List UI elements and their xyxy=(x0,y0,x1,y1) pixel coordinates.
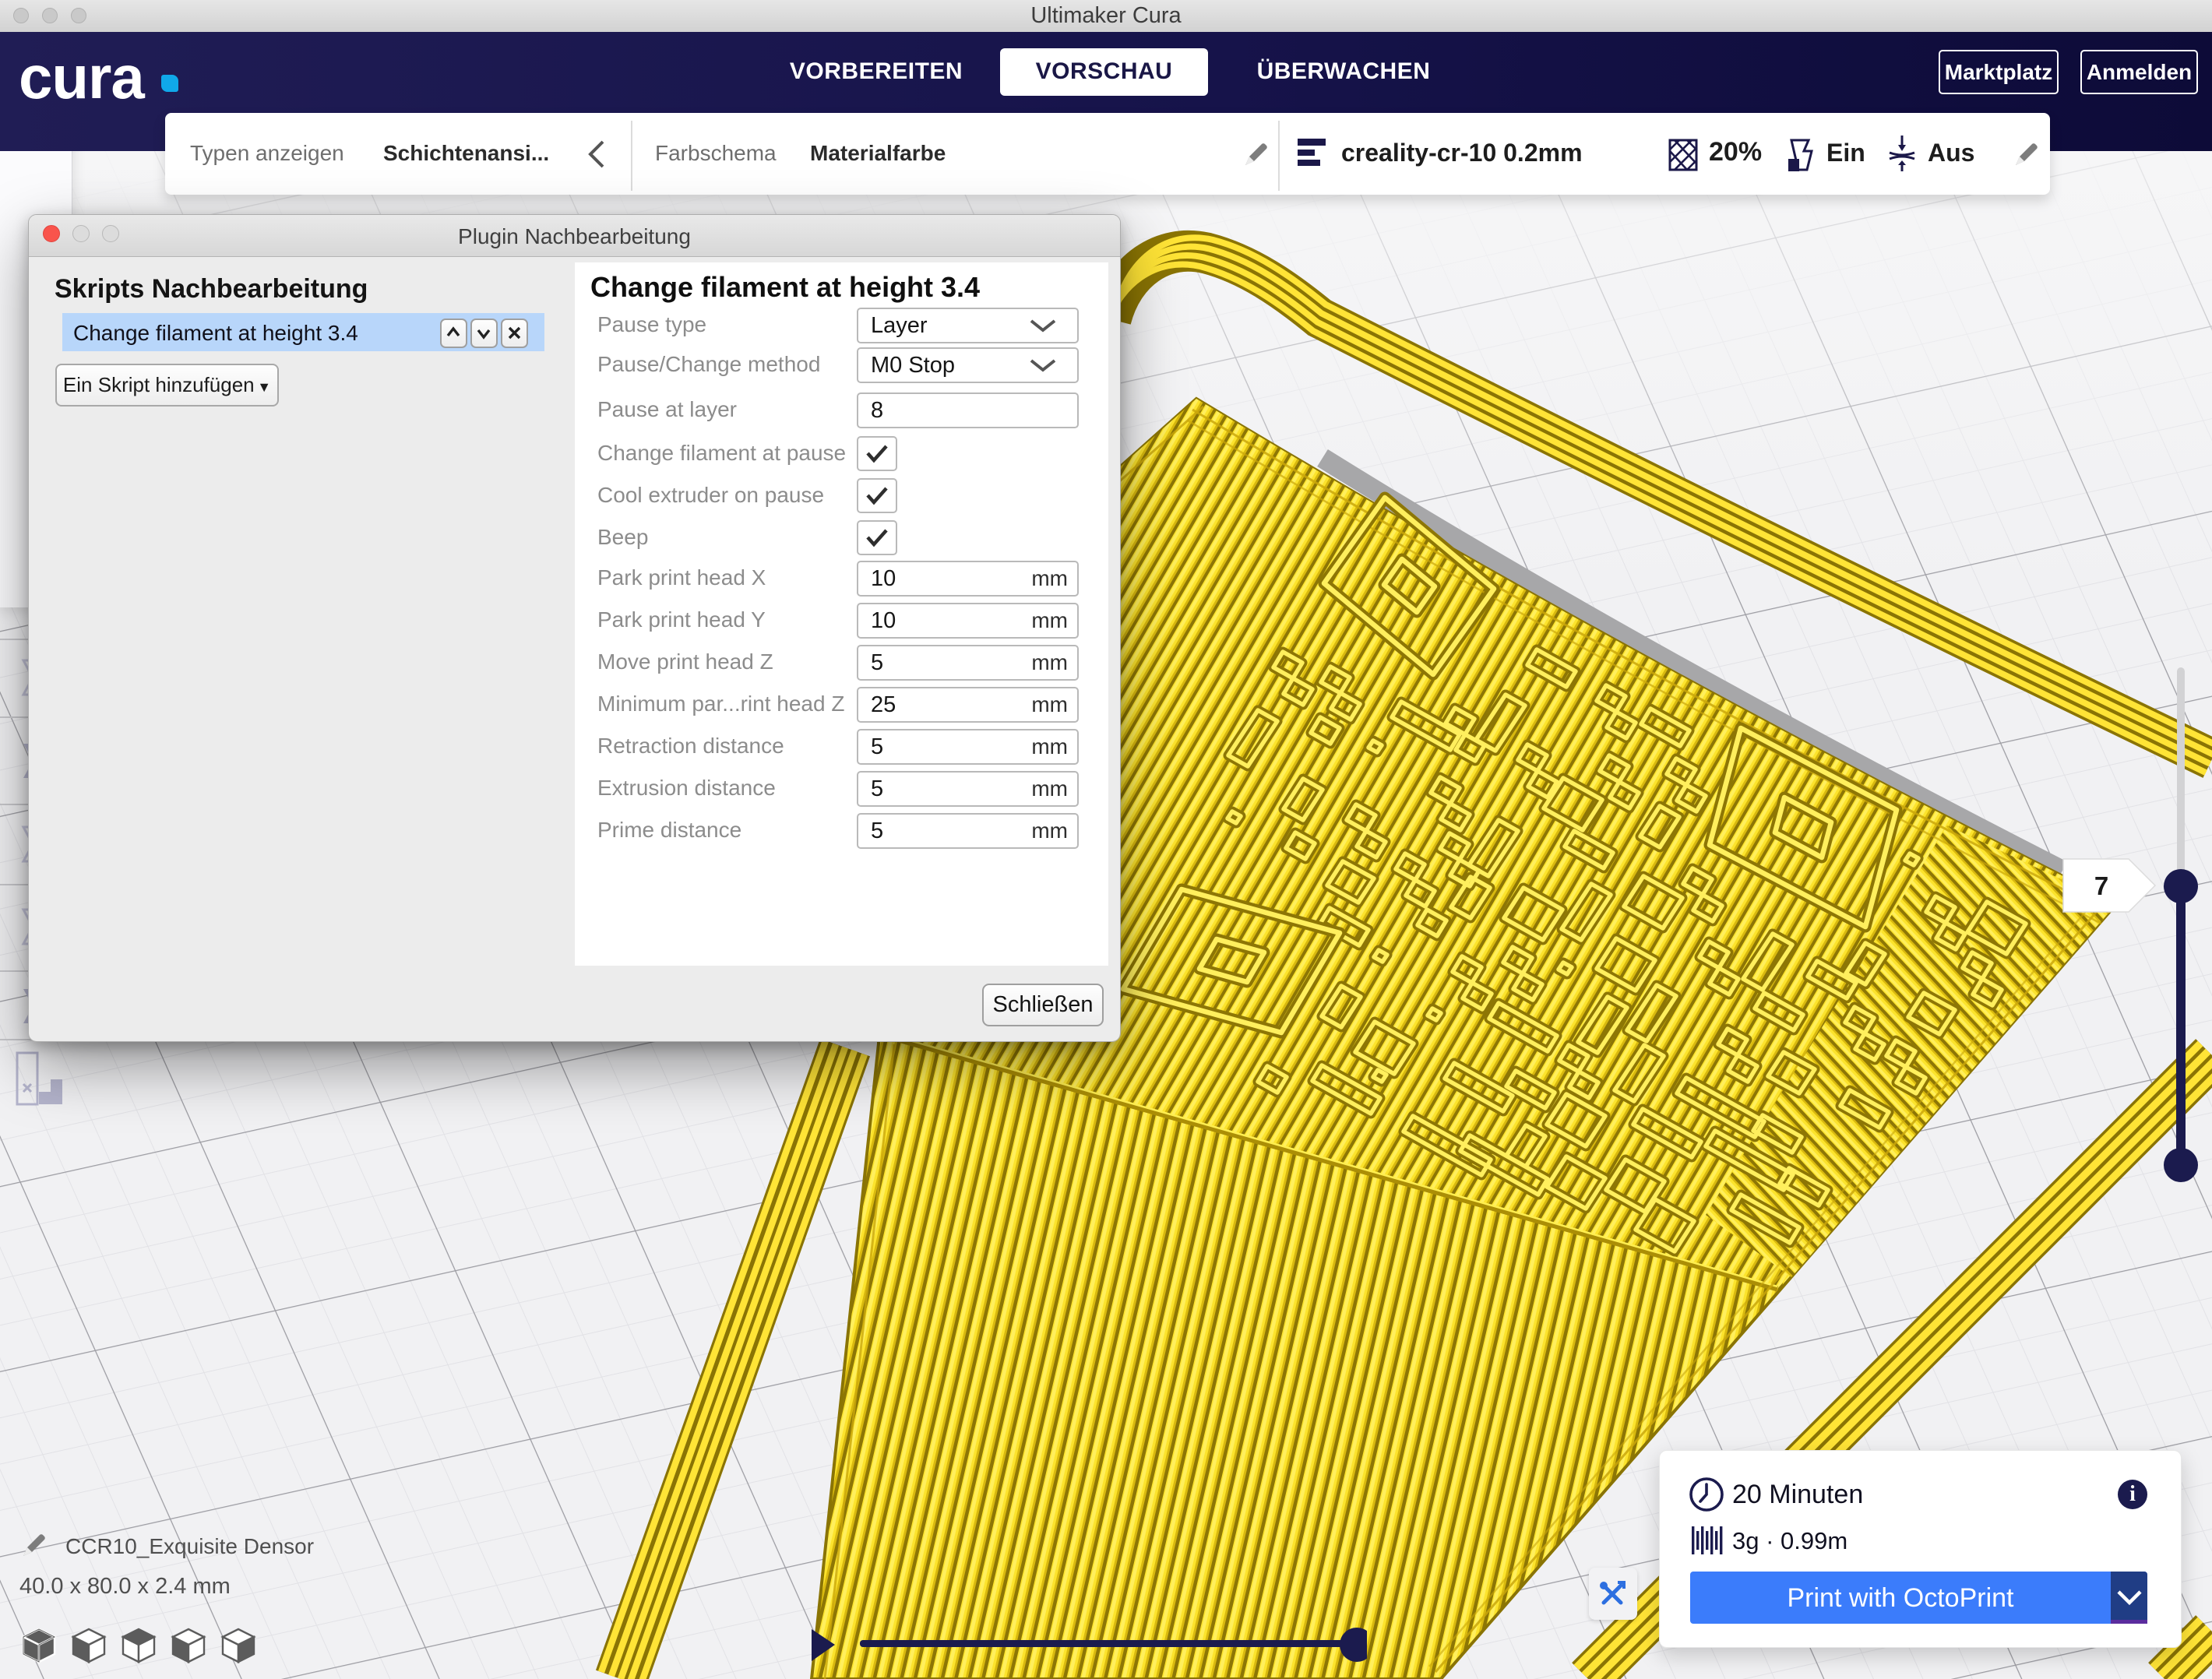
svg-text:7: 7 xyxy=(2094,871,2108,900)
